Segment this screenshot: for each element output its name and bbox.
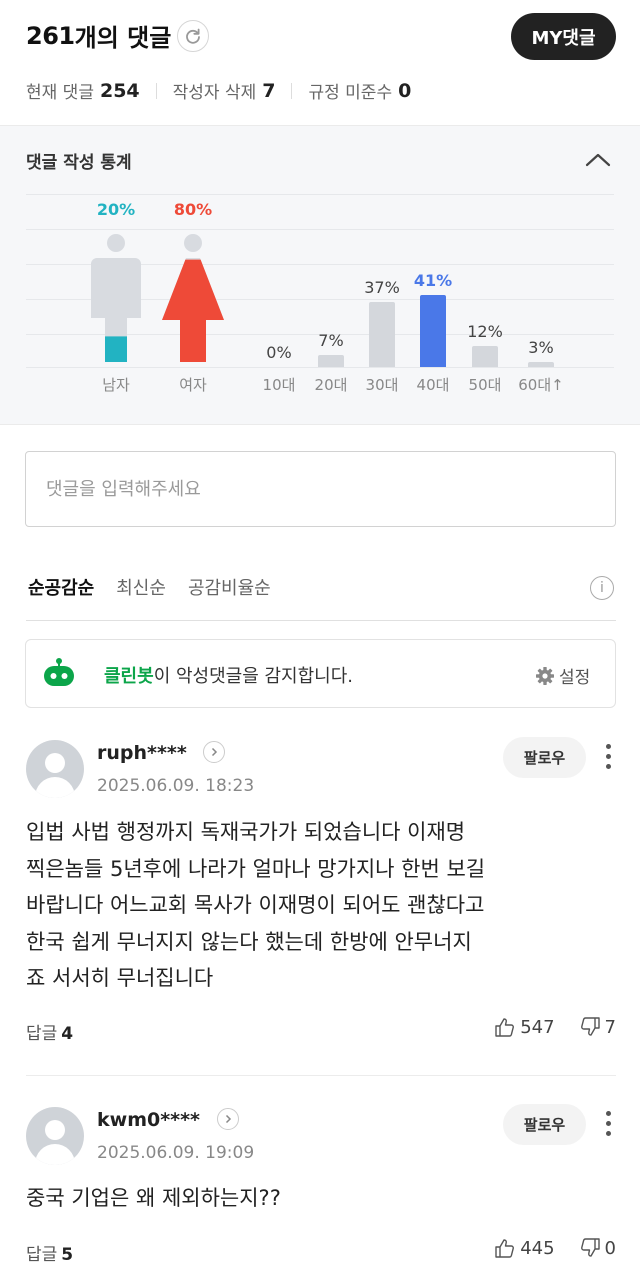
comment-votes: 445 0 bbox=[494, 1237, 616, 1259]
avatar[interactable] bbox=[26, 1107, 84, 1165]
reply-button[interactable]: 답글 4 bbox=[26, 1019, 73, 1044]
cleanbot-text: 이 악성댓글을 감지합니다. bbox=[153, 666, 354, 687]
stat-deleted-value: 7 bbox=[262, 79, 276, 102]
comment-votes: 547 7 bbox=[494, 1016, 616, 1038]
thumbs-down-icon bbox=[580, 1017, 600, 1036]
tab-sort-likes[interactable]: 순공감순 bbox=[28, 574, 94, 600]
refresh-icon[interactable] bbox=[177, 20, 209, 52]
settings-label: 설정 bbox=[559, 668, 591, 688]
cleanbot-banner: 클린봇이 악성댓글을 감지합니다. 설정 bbox=[25, 639, 616, 708]
stat-violation-label: 규정 미준수 bbox=[308, 83, 393, 103]
comment-text: 중국 기업은 왜 제외하는지?? bbox=[26, 1186, 281, 1210]
comment-date: 2025.06.09. 19:09 bbox=[97, 1143, 255, 1163]
dislike-button[interactable]: 0 bbox=[579, 1237, 616, 1259]
tab-sort-latest[interactable]: 최신순 bbox=[116, 574, 166, 600]
age-percent-label: 12% bbox=[467, 322, 503, 341]
female-percent: 80% bbox=[173, 200, 213, 219]
stat-violation-value: 0 bbox=[398, 79, 412, 102]
cleanbot-brand[interactable]: 클린봇 bbox=[104, 666, 154, 687]
cleanbot-settings-button[interactable]: 설정 bbox=[535, 663, 590, 688]
dislike-button[interactable]: 7 bbox=[579, 1016, 616, 1038]
reply-label: 답글 bbox=[26, 1024, 58, 1044]
my-comments-button[interactable]: MY댓글 bbox=[511, 13, 616, 60]
age-percent-label: 41% bbox=[413, 271, 453, 291]
chevron-up-icon[interactable] bbox=[584, 148, 612, 172]
age-category-label: 30대 bbox=[365, 376, 399, 394]
like-count: 547 bbox=[520, 1016, 555, 1038]
follow-button[interactable]: 팔로우 bbox=[503, 1104, 586, 1145]
age-percent-label: 7% bbox=[318, 330, 344, 350]
reply-label: 답글 bbox=[26, 1245, 58, 1265]
gear-icon bbox=[536, 666, 554, 685]
comment-input[interactable] bbox=[25, 451, 616, 527]
stats-panel-title: 댓글 작성 통계 bbox=[26, 153, 132, 173]
reply-button[interactable]: 답글 5 bbox=[26, 1240, 73, 1265]
grid-line bbox=[26, 367, 614, 368]
reply-count: 5 bbox=[61, 1245, 74, 1265]
like-count: 445 bbox=[520, 1237, 555, 1259]
male-label: 남자 bbox=[102, 376, 130, 394]
age-category-label: 50대 bbox=[468, 376, 502, 394]
comment-date: 2025.06.09. 18:23 bbox=[97, 776, 255, 796]
age-bar bbox=[472, 346, 498, 367]
age-bar bbox=[369, 302, 395, 367]
avatar[interactable] bbox=[26, 740, 84, 798]
age-bar bbox=[420, 295, 446, 367]
female-label: 여자 bbox=[179, 376, 207, 394]
female-figure-icon bbox=[162, 234, 224, 362]
comment-username[interactable]: ruph**** bbox=[97, 742, 187, 764]
age-category-label: 10대 bbox=[262, 376, 296, 394]
dislike-count: 0 bbox=[604, 1237, 616, 1259]
grid-line bbox=[26, 194, 614, 195]
sort-divider bbox=[26, 620, 616, 621]
age-category-label: 60대↑ bbox=[518, 376, 564, 394]
age-percent-label: 3% bbox=[528, 337, 554, 357]
reply-count: 4 bbox=[61, 1024, 74, 1044]
tab-sort-ratio[interactable]: 공감비율순 bbox=[188, 574, 271, 600]
comment-text: 입법 사법 행정까지 독재국가가 되었습니다 이재명 찍은놈들 5년후에 나라가… bbox=[26, 820, 486, 990]
comment-stats-panel: 댓글 작성 통계 20% 80% 남자 여자 0% 10대 7% 20대 37% 30대 4… bbox=[0, 125, 640, 425]
more-options-icon[interactable] bbox=[603, 1111, 613, 1141]
comment-count: 261 bbox=[26, 21, 75, 50]
comment-count-suffix: 개의 댓글 bbox=[74, 24, 172, 52]
chevron-right-icon[interactable] bbox=[217, 1108, 239, 1130]
stat-current-label: 현재 댓글 bbox=[26, 83, 94, 103]
cleanbot-message: 클린봇이 악성댓글을 감지합니다. bbox=[104, 662, 353, 688]
age-category-label: 40대 bbox=[416, 376, 450, 394]
thumbs-down-icon bbox=[580, 1238, 600, 1257]
sort-tabs: 순공감순 최신순 공감비율순 bbox=[28, 574, 293, 600]
more-options-icon[interactable] bbox=[603, 744, 613, 774]
follow-button[interactable]: 팔로우 bbox=[503, 737, 586, 778]
age-bar bbox=[318, 354, 344, 367]
male-percent: 20% bbox=[96, 200, 136, 219]
dislike-count: 7 bbox=[604, 1016, 616, 1038]
comment-count-title: 261 개의 댓글 bbox=[26, 18, 171, 53]
stat-divider bbox=[155, 82, 157, 99]
age-percent-label: 0% bbox=[266, 343, 292, 362]
comments-header: 261 개의 댓글 MY댓글 현재 댓글 254 작성자 삭제 7 규정 미준수 0 bbox=[0, 0, 640, 125]
like-button[interactable]: 445 bbox=[494, 1237, 555, 1259]
age-category-label: 20대 bbox=[314, 376, 348, 394]
comment-divider bbox=[26, 1075, 616, 1076]
stat-current-value: 254 bbox=[99, 79, 140, 102]
like-button[interactable]: 547 bbox=[494, 1016, 555, 1038]
info-icon[interactable]: i bbox=[590, 576, 614, 600]
male-figure-icon bbox=[91, 234, 141, 362]
comment-username[interactable]: kwm0**** bbox=[97, 1109, 200, 1131]
thumbs-up-icon bbox=[495, 1018, 515, 1037]
stat-divider bbox=[291, 82, 293, 99]
chevron-right-icon[interactable] bbox=[203, 741, 225, 763]
age-bar bbox=[528, 361, 554, 367]
grid-line bbox=[26, 229, 614, 230]
age-percent-label: 37% bbox=[364, 278, 400, 298]
comment-stats: 현재 댓글 254 작성자 삭제 7 규정 미준수 0 bbox=[26, 78, 412, 104]
stat-deleted-label: 작성자 삭제 bbox=[172, 83, 257, 103]
cleanbot-icon bbox=[44, 658, 74, 686]
thumbs-up-icon bbox=[495, 1239, 515, 1258]
